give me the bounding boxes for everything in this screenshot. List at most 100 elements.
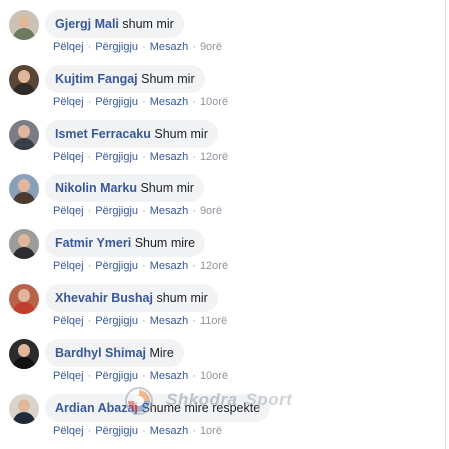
avatar-head — [18, 69, 30, 83]
separator: · — [142, 95, 146, 108]
avatar[interactable] — [9, 338, 39, 369]
separator: · — [192, 315, 196, 327]
reply-link[interactable]: Përgjigju — [95, 96, 138, 108]
comment-timestamp[interactable]: 9orë — [200, 41, 222, 53]
avatar-body — [13, 192, 35, 205]
reply-link[interactable]: Përgjigju — [95, 41, 138, 53]
comment-timestamp[interactable]: 1orë — [200, 425, 222, 437]
separator: · — [87, 41, 92, 53]
separator: · — [142, 150, 146, 163]
comment-timestamp[interactable]: 12orë — [200, 151, 228, 163]
message-link[interactable]: Mesazh — [150, 425, 189, 437]
message-link[interactable]: Mesazh — [150, 260, 189, 272]
reply-link[interactable]: Përgjigju — [95, 205, 138, 217]
separator: · — [87, 150, 92, 163]
comment-item: Bardhyl Shimaj Mire Pëlqej · Përgjigju · Mes… — [9, 338, 439, 394]
comment-timestamp[interactable]: 12orë — [200, 260, 228, 272]
separator: · — [142, 315, 146, 327]
separator: · — [192, 95, 196, 108]
comment-actions: Pëlqej · Përgjigju · Mesazh · 1orë — [53, 425, 222, 437]
comment-author[interactable]: Nikolin Marku — [55, 181, 137, 195]
avatar[interactable] — [9, 64, 39, 95]
comment-bubble: Ardian Abazaj Shume mire respekte — [45, 393, 271, 422]
separator: · — [87, 369, 92, 382]
comment-timestamp[interactable]: 10orë — [200, 370, 228, 382]
like-link[interactable]: Pëlqej — [53, 425, 84, 437]
avatar[interactable] — [9, 284, 39, 314]
comment-actions: Pëlqej · Përgjigju · Mesazh · 9orë — [53, 41, 222, 53]
reply-link[interactable]: Përgjigju — [95, 425, 138, 437]
avatar-body — [13, 411, 35, 424]
comment-timestamp[interactable]: 10orë — [200, 96, 228, 108]
reply-link[interactable]: Përgjigju — [95, 370, 138, 382]
separator: · — [87, 205, 92, 218]
comment-item: Xhevahir Bushaj shum mir Pëlqej · Përgjigj… — [9, 284, 439, 339]
comment-text: Shum mir — [154, 126, 208, 141]
reply-link[interactable]: Përgjigju — [95, 260, 138, 272]
message-link[interactable]: Mesazh — [150, 151, 189, 163]
message-link[interactable]: Mesazh — [150, 315, 189, 327]
separator: · — [87, 95, 92, 108]
like-link[interactable]: Pëlqej — [53, 96, 84, 108]
reply-link[interactable]: Përgjigju — [95, 315, 138, 327]
like-link[interactable]: Pëlqej — [53, 315, 84, 327]
avatar-head — [18, 289, 30, 302]
comment-item: Gjergj Mali shum mir Pëlqej · Përgjigju · Me… — [9, 10, 439, 65]
avatar[interactable] — [9, 229, 39, 260]
comment-actions: Pëlqej · Përgjigju · Mesazh · 10orë — [53, 370, 228, 382]
like-link[interactable]: Pëlqej — [53, 41, 84, 53]
avatar-head — [18, 343, 30, 357]
separator: · — [192, 424, 196, 437]
separator: · — [192, 205, 196, 218]
comment-author[interactable]: Gjergj Mali — [55, 17, 119, 31]
avatar[interactable] — [9, 393, 39, 424]
avatar-body — [13, 302, 35, 314]
message-link[interactable]: Mesazh — [150, 96, 189, 108]
comment-author[interactable]: Bardhyl Shimaj — [55, 346, 146, 360]
like-link[interactable]: Pëlqej — [53, 151, 84, 163]
separator: · — [192, 260, 196, 273]
separator: · — [87, 260, 92, 273]
like-link[interactable]: Pëlqej — [53, 260, 84, 272]
comment-author[interactable]: Kujtim Fangaj — [55, 72, 138, 86]
message-link[interactable]: Mesazh — [150, 205, 189, 217]
like-link[interactable]: Pëlqej — [53, 205, 84, 217]
like-link[interactable]: Pëlqej — [53, 370, 84, 382]
comment-bubble: Gjergj Mali shum mir — [45, 10, 184, 38]
separator: · — [192, 41, 196, 53]
comment-author[interactable]: Ardian Abazaj — [55, 401, 138, 415]
separator: · — [142, 205, 146, 218]
separator: · — [142, 260, 146, 273]
comment-item: Ardian Abazaj Shume mire respekte Pëlqej… — [9, 393, 439, 449]
comment-bubble: Kujtim Fangaj Shum mir — [45, 64, 205, 93]
avatar-body — [13, 247, 35, 260]
comment-item: Fatmir Ymeri Shum mire Pëlqej · Përgjigju ·… — [9, 229, 439, 284]
comment-actions: Pëlqej · Përgjigju · Mesazh · 10orë — [53, 96, 228, 108]
avatar-body — [13, 137, 35, 150]
comments-page: Gjergj Mali shum mir Pëlqej · Përgjigju · Me… — [0, 0, 449, 449]
comment-bubble: Ismet Ferracaku Shum mir — [45, 119, 218, 148]
separator: · — [142, 41, 146, 53]
comment-author[interactable]: Fatmir Ymeri — [55, 236, 131, 250]
avatar[interactable] — [9, 119, 39, 150]
reply-link[interactable]: Përgjigju — [95, 151, 138, 163]
separator: · — [142, 369, 146, 382]
comment-timestamp[interactable]: 11orë — [200, 315, 227, 327]
comment-bubble: Bardhyl Shimaj Mire — [45, 338, 184, 367]
comment-author[interactable]: Xhevahir Bushaj — [55, 291, 153, 305]
comment-actions: Pëlqej · Përgjigju · Mesazh · 9orë — [53, 205, 222, 217]
separator: · — [87, 315, 92, 327]
comment-timestamp[interactable]: 9orë — [200, 205, 222, 217]
comment-author[interactable]: Ismet Ferracaku — [55, 127, 151, 141]
avatar-head — [18, 15, 30, 28]
avatar-head — [18, 234, 30, 248]
message-link[interactable]: Mesazh — [150, 370, 189, 382]
comment-text: Shum mir — [141, 71, 195, 86]
avatar[interactable] — [9, 10, 39, 40]
message-link[interactable]: Mesazh — [150, 41, 189, 53]
comment-text: Shume mire respekte — [141, 400, 261, 415]
comment-item: Kujtim Fangaj Shum mir Pëlqej · Përgjigju ·… — [9, 64, 439, 120]
avatar-body — [13, 82, 35, 95]
avatar-body — [13, 356, 35, 369]
avatar[interactable] — [9, 174, 39, 205]
